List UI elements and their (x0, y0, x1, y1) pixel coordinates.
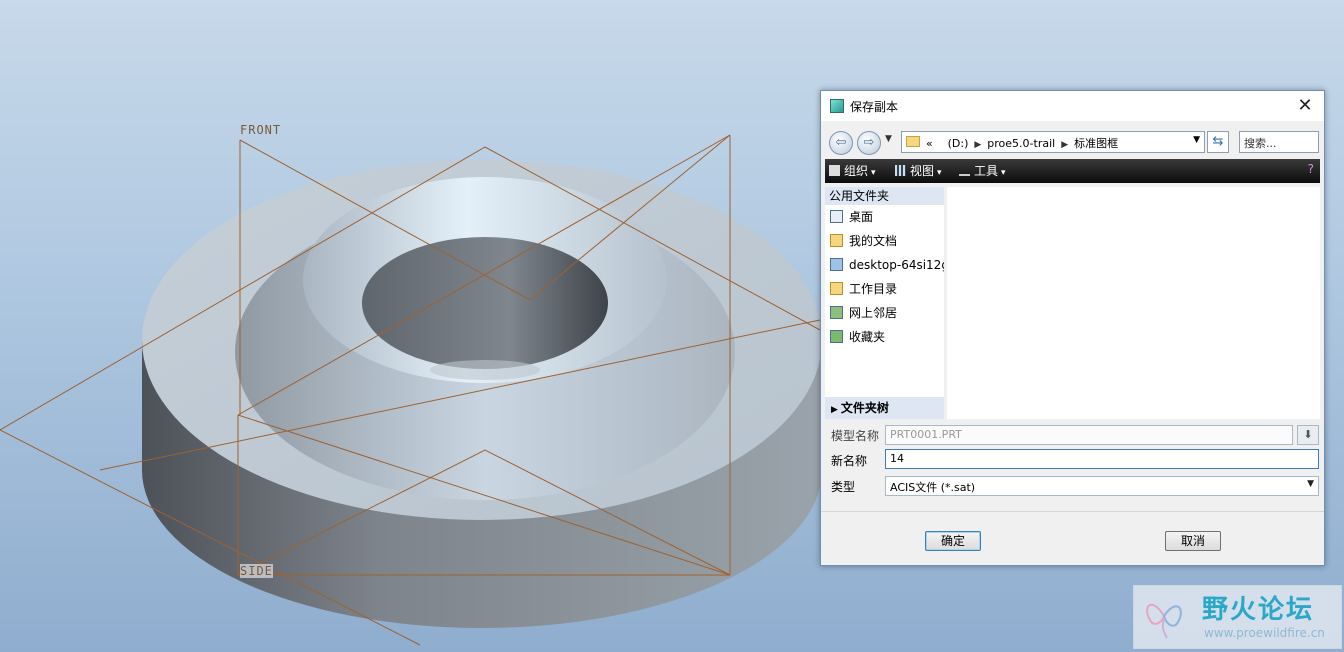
view-menu[interactable]: 视图 ▾ (895, 162, 942, 179)
sidebar-item-label: desktop-64si12g (849, 258, 944, 272)
tools-menu[interactable]: 工具 ▾ (959, 162, 1006, 179)
sidebar-item-desktop[interactable]: 桌面 (825, 205, 944, 229)
sidebar-item-computer[interactable]: desktop-64si12g (825, 253, 944, 277)
watermark-title: 野火论坛 (1202, 595, 1315, 625)
history-dropdown-icon[interactable]: ▼ (885, 134, 892, 144)
sidebar-item-favorites[interactable]: 收藏夹 (825, 325, 944, 349)
sidebar-item-label: 收藏夹 (849, 330, 886, 344)
organize-icon (829, 165, 840, 176)
front-plane-label: FRONT (240, 123, 282, 137)
model-name-field: PRT0001.PRT (885, 425, 1293, 445)
type-select-value: ACIS文件 (*.sat) (890, 481, 976, 494)
organize-menu[interactable]: 组织 ▾ (829, 162, 876, 179)
file-list-pane[interactable] (947, 187, 1320, 419)
sidebar-item-label: 桌面 (849, 210, 874, 224)
new-name-input[interactable]: 14 (885, 449, 1319, 469)
forward-arrow-icon[interactable]: ⇨ (857, 131, 881, 155)
forum-watermark: 野火论坛 www.proewildfire.cn (1133, 585, 1342, 649)
type-label: 类型 (831, 480, 856, 494)
sidebar-item-label: 我的文档 (849, 234, 898, 248)
type-select[interactable]: ACIS文件 (*.sat) ▼ (885, 476, 1319, 496)
model-name-label: 模型名称 (831, 429, 880, 443)
folder-icon (906, 136, 920, 147)
common-folders-header: 公用文件夹 (825, 187, 944, 205)
back-arrow-icon[interactable]: ⇦ (829, 131, 853, 155)
navigation-bar: ⇦ ⇨ ▼ « (D:) ▶ proe5.0-trail ▶ 标准图框 ▼ ⇆ 搜索..… (821, 129, 1324, 159)
sidebar-item-label: 网上邻居 (849, 306, 898, 320)
help-icon[interactable]: ? (1308, 162, 1314, 176)
sidebar-item-label: 工作目录 (849, 282, 898, 296)
folder-tree-label: 文件夹树 (840, 401, 889, 415)
tools-label: 工具 (974, 164, 999, 178)
address-dropdown-icon[interactable]: ▼ (1193, 135, 1200, 145)
view-icon (895, 165, 906, 176)
save-copy-dialog: 保存副本 ✕ ⇦ ⇨ ▼ « (D:) ▶ proe5.0-trail ▶ 标准图框 ▼… (820, 90, 1325, 566)
desktop-icon (830, 210, 843, 223)
hole-bottom-highlight (430, 360, 540, 380)
dialog-toolbar: 组织 ▾ 视图 ▾ 工具 ▾ ? (825, 159, 1320, 183)
watermark-url: www.proewildfire.cn (1204, 626, 1325, 640)
hole-surface (362, 237, 608, 369)
dialog-titlebar[interactable]: 保存副本 ✕ (821, 91, 1324, 121)
ok-button[interactable]: 确定 (925, 531, 981, 551)
side-plane-label: SIDE (240, 564, 273, 578)
address-path: « (D:) ▶ proe5.0-trail ▶ 标准图框 (926, 135, 1118, 151)
folder-tree-toggle[interactable]: ▶ 文件夹树 (825, 397, 944, 419)
dialog-title: 保存副本 (850, 100, 899, 114)
divider (821, 511, 1324, 512)
organize-label: 组织 (844, 164, 869, 178)
folder-icon (830, 282, 843, 295)
favorites-icon (830, 330, 843, 343)
sidebar-item-working-directory[interactable]: 工作目录 (825, 277, 944, 301)
close-button[interactable]: ✕ (1294, 95, 1316, 117)
app-icon (830, 99, 844, 113)
documents-icon (830, 234, 843, 247)
tools-icon (959, 163, 970, 176)
refresh-icon[interactable]: ⇆ (1207, 131, 1229, 153)
path-separator-icon[interactable]: ▶ (968, 140, 987, 150)
search-input[interactable]: 搜索... (1239, 131, 1319, 153)
new-name-label: 新名称 (831, 454, 868, 468)
common-folders-pane: 公用文件夹 桌面 我的文档 desktop-64si12g 工作目录 网上邻居 … (825, 187, 944, 397)
address-bar[interactable]: « (D:) ▶ proe5.0-trail ▶ 标准图框 ▼ (901, 131, 1205, 153)
view-label: 视图 (910, 164, 935, 178)
path-overflow[interactable]: « (926, 137, 933, 150)
sidebar-item-my-documents[interactable]: 我的文档 (825, 229, 944, 253)
path-separator-icon[interactable]: ▶ (1055, 140, 1074, 150)
computer-icon (830, 258, 843, 271)
cancel-button[interactable]: 取消 (1165, 531, 1221, 551)
path-proe[interactable]: proe5.0-trail (987, 137, 1055, 150)
chevron-down-icon: ▾ (1001, 168, 1006, 178)
butterfly-logo-icon (1146, 603, 1182, 639)
chevron-down-icon: ▼ (1307, 479, 1314, 489)
chevron-right-icon: ▶ (831, 405, 838, 415)
network-icon (830, 306, 843, 319)
path-current[interactable]: 标准图框 (1074, 137, 1118, 150)
sidebar-item-network[interactable]: 网上邻居 (825, 301, 944, 325)
chevron-down-icon: ▾ (937, 168, 942, 178)
chevron-down-icon: ▾ (871, 168, 876, 178)
path-drive[interactable]: (D:) (948, 137, 969, 150)
download-arrow-icon[interactable]: ⬇ (1297, 425, 1319, 445)
